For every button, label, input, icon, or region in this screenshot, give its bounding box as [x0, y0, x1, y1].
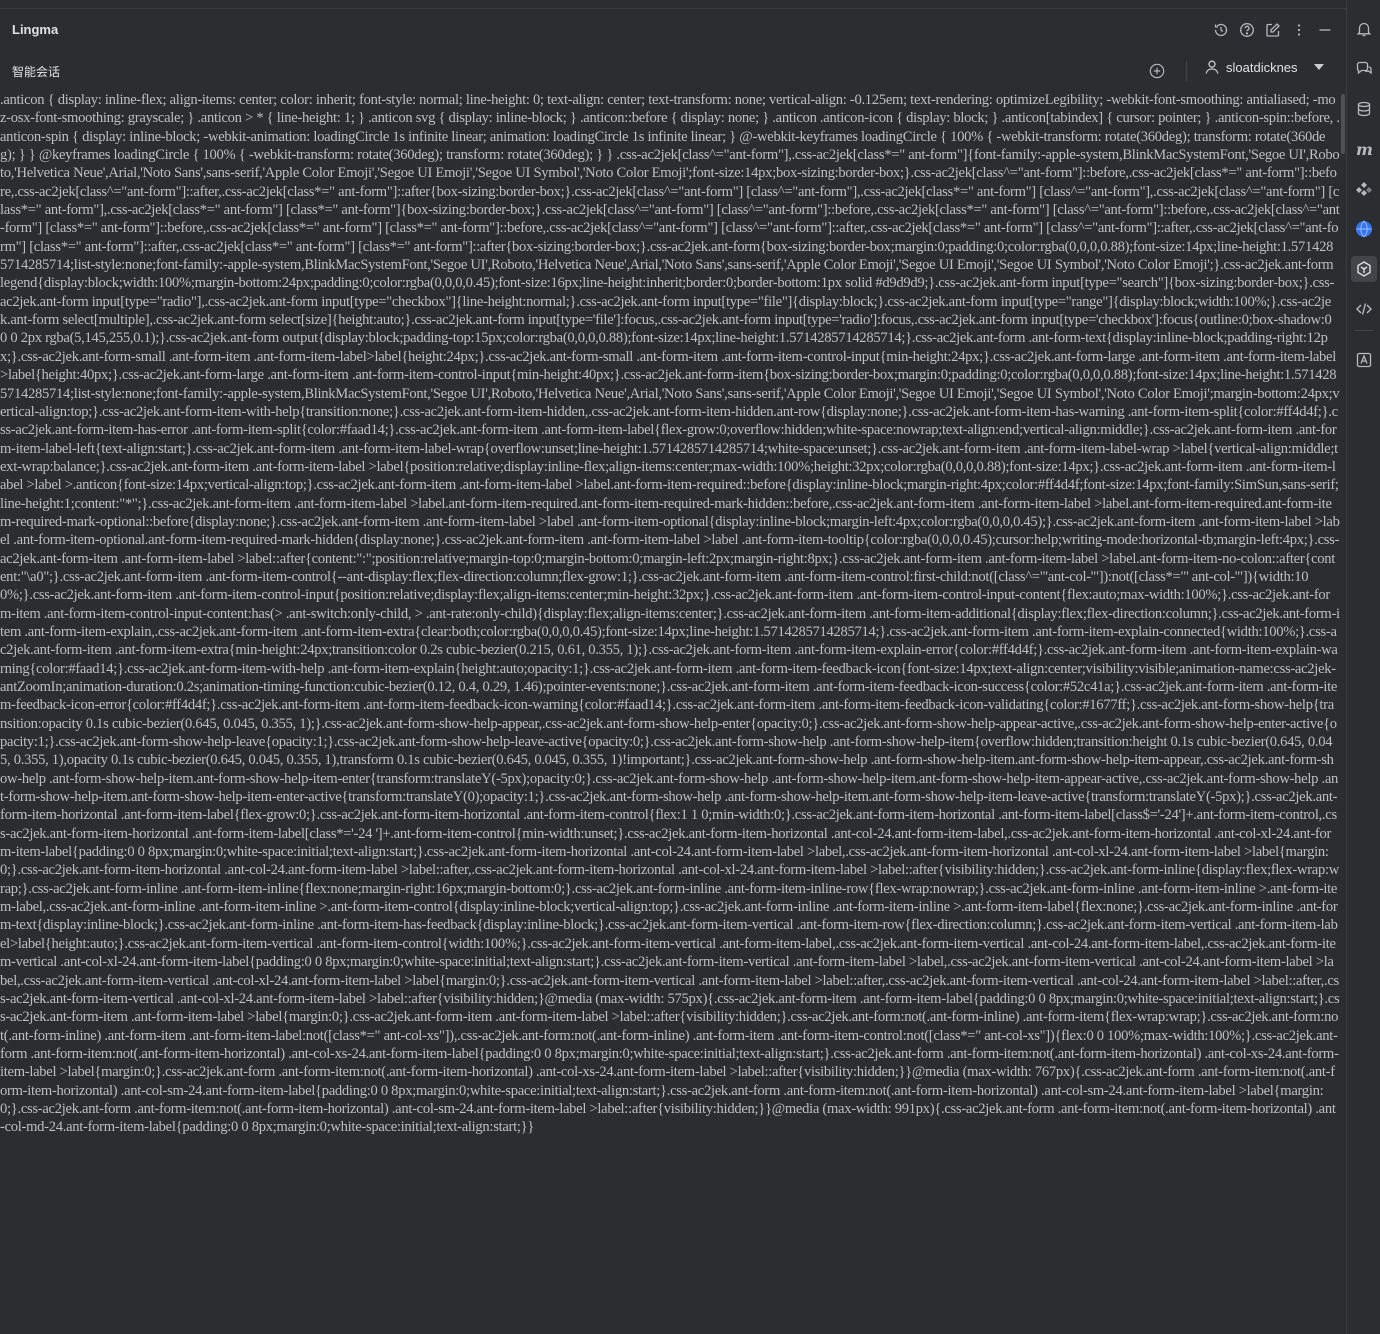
- scroll-thumb[interactable]: [1341, 94, 1345, 154]
- rail-divider: [1355, 330, 1373, 331]
- session-bar: 智能会话 sloatdicknes: [0, 57, 1346, 85]
- globe-icon[interactable]: [1351, 216, 1377, 242]
- user-menu[interactable]: sloatdicknes: [1204, 59, 1324, 75]
- app-title: Lingma: [12, 22, 59, 37]
- edit-icon[interactable]: [1262, 19, 1284, 41]
- m-icon[interactable]: m: [1351, 136, 1377, 162]
- lingma-panel: Lingma 智能会话 sloatdicknes .anticon {disp…: [0, 9, 1346, 1334]
- lingma-icon[interactable]: [1351, 256, 1377, 282]
- title-bar: Lingma: [0, 9, 1346, 49]
- notifications-icon[interactable]: [1351, 16, 1377, 42]
- plugin-icon[interactable]: [1351, 176, 1377, 202]
- user-icon: [1205, 60, 1219, 74]
- toolbar-divider: [1186, 61, 1187, 81]
- database-icon[interactable]: [1351, 96, 1377, 122]
- user-name: sloatdicknes: [1226, 59, 1298, 75]
- title-actions: [1210, 19, 1336, 41]
- plus-circle-icon[interactable]: [1146, 60, 1168, 82]
- svg-text:m: m: [1356, 140, 1373, 158]
- minimize-icon[interactable]: [1314, 19, 1336, 41]
- chat-content: .anticon { display: inline-flex; align-i…: [0, 92, 1340, 1136]
- history-icon[interactable]: [1210, 19, 1232, 41]
- session-title: 智能会话: [12, 65, 61, 79]
- window-top-edge: [0, 0, 1380, 9]
- code-icon[interactable]: [1351, 296, 1377, 322]
- help-icon[interactable]: [1236, 19, 1258, 41]
- translate-icon[interactable]: [1351, 347, 1377, 373]
- chat-icon[interactable]: [1351, 56, 1377, 82]
- more-icon[interactable]: [1288, 19, 1310, 41]
- right-tool-rail: m: [1346, 0, 1380, 1334]
- chevron-down-icon: [1313, 64, 1324, 70]
